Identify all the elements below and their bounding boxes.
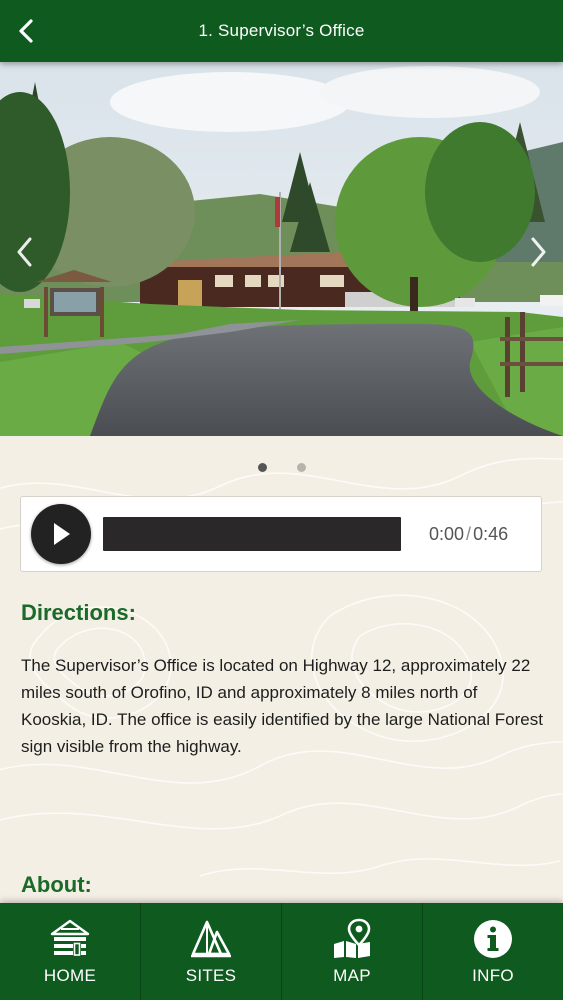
tab-map[interactable]: MAP	[282, 903, 423, 1000]
info-icon	[471, 917, 515, 961]
audio-time-separator: /	[466, 523, 472, 544]
carousel-next-button[interactable]	[521, 230, 555, 274]
about-heading: About:	[21, 872, 92, 897]
tab-home[interactable]: HOME	[0, 903, 141, 1000]
play-icon	[54, 523, 70, 545]
map-icon	[330, 917, 374, 961]
photo-carousel[interactable]	[0, 62, 563, 436]
carousel-dot-1[interactable]	[257, 463, 267, 472]
tab-info[interactable]: INFO	[423, 903, 563, 1000]
back-button[interactable]	[10, 15, 42, 47]
page-title: 1. Supervisor’s Office	[198, 21, 365, 40]
directions-text: The Supervisor’s Office is located on Hi…	[21, 656, 543, 756]
audio-current-time: 0:00	[429, 523, 465, 544]
carousel-dot-2[interactable]	[296, 463, 306, 472]
home-icon	[48, 917, 92, 961]
app-header: 1. Supervisor’s Office	[0, 0, 563, 62]
audio-player: 0:00/0:46	[20, 496, 542, 572]
tab-info-label: INFO	[472, 966, 514, 985]
carousel-pagination	[0, 463, 563, 472]
carousel-prev-button[interactable]	[8, 230, 42, 274]
tab-sites-label: SITES	[185, 966, 237, 985]
chevron-left-icon	[17, 237, 32, 267]
audio-duration: 0:46	[473, 523, 509, 544]
audio-time-readout: 0:00/0:46	[429, 524, 508, 545]
chevron-right-icon	[531, 237, 546, 267]
directions-heading: Directions:	[21, 600, 136, 625]
tab-sites[interactable]: SITES	[141, 903, 282, 1000]
site-photo	[0, 62, 563, 436]
play-button[interactable]	[31, 504, 91, 564]
sites-icon	[189, 917, 233, 961]
bottom-tab-bar: HOME SITES MAP INFO	[0, 903, 563, 1000]
chevron-left-icon	[19, 19, 33, 43]
tab-map-label: MAP	[333, 966, 371, 985]
audio-progress-bar[interactable]	[103, 517, 401, 551]
tab-home-label: HOME	[43, 966, 97, 985]
